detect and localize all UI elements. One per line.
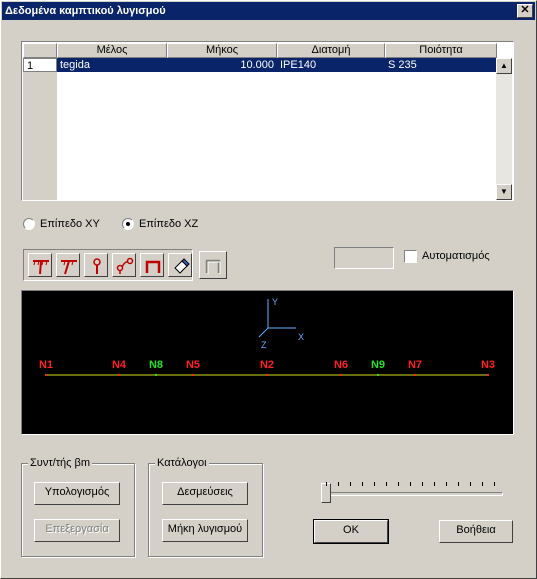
node-marker-n4[interactable] — [118, 374, 120, 376]
scroll-up-button[interactable]: ▲ — [496, 58, 512, 74]
partial-support-icon — [61, 260, 77, 275]
slider-tick — [374, 482, 375, 486]
radio-plane-xz-label[interactable]: Επίπεδο XZ — [139, 218, 198, 231]
column-header-section[interactable]: Διατομή — [277, 43, 385, 58]
axes-gizmo: Y X Z — [258, 297, 304, 350]
scroll-down-button[interactable]: ▼ — [496, 184, 512, 200]
slider-tick — [398, 482, 399, 486]
z-axis-line — [258, 327, 269, 338]
constraints-button[interactable]: Δεσμεύσεις — [162, 482, 248, 505]
slider-tick — [410, 482, 411, 486]
slider-tick — [338, 482, 339, 486]
beam-drawing: Y X Z N1 N4 N8 N5 N2 N6 N9 N7 N3 — [39, 297, 495, 376]
node-marker-n1[interactable] — [45, 374, 47, 376]
auto-value-field[interactable] — [334, 247, 394, 269]
x-axis-label: X — [298, 332, 304, 342]
node-label-n1: N1 — [39, 359, 53, 371]
help-button[interactable]: Βοήθεια — [439, 520, 513, 543]
dialog-window: Δεδομένα καμπτικού λυγισμού ✕ Μέλος Μήκο… — [0, 0, 537, 579]
cell-member[interactable]: tegida — [57, 58, 167, 72]
frame-icon — [145, 260, 161, 273]
y-axis-label: Y — [272, 297, 278, 307]
fixed-support-icon — [33, 260, 49, 275]
pinned-support-button[interactable] — [84, 253, 108, 277]
slider-tick — [386, 482, 387, 486]
node-label-n4: N4 — [112, 359, 127, 371]
frame-tool-disabled-button[interactable] — [199, 251, 227, 279]
node-label-n8: N8 — [149, 359, 163, 371]
catalogs-group — [148, 463, 263, 557]
node-label-n9: N9 — [371, 359, 385, 371]
frame-support-button[interactable] — [140, 253, 164, 277]
radio-plane-xy[interactable] — [23, 218, 35, 230]
node-label-n6: N6 — [334, 359, 348, 371]
buckling-lengths-button[interactable]: Μήκη λυγισμού — [162, 519, 248, 542]
pin-icon — [93, 258, 101, 274]
auto-checkbox[interactable] — [404, 250, 417, 263]
slider-tick — [422, 482, 423, 486]
cell-section[interactable]: IPE140 — [277, 58, 385, 72]
column-header-member[interactable]: Μέλος — [57, 43, 167, 58]
radio-plane-xy-label[interactable]: Επίπεδο XY — [40, 218, 100, 231]
node-label-n2: N2 — [260, 359, 274, 371]
column-header-quality[interactable]: Ποιότητα — [385, 43, 497, 58]
node-label-n3: N3 — [481, 359, 495, 371]
hinge-icon — [116, 257, 134, 274]
node-marker-n8[interactable] — [155, 374, 157, 376]
bm-group-title: Συντ/τής βm — [28, 457, 93, 469]
catalogs-group-title: Κατάλογοι — [155, 457, 209, 469]
slider-tick — [482, 482, 483, 486]
hinged-support-button[interactable] — [112, 253, 136, 277]
close-button[interactable]: ✕ — [517, 4, 533, 18]
radio-plane-xz[interactable] — [122, 218, 134, 230]
cell-quality[interactable]: S 235 — [385, 58, 497, 72]
node-marker-n6[interactable] — [340, 374, 342, 376]
node-label-n7: N7 — [408, 359, 422, 371]
slider-tick — [434, 482, 435, 486]
row-header-column — [23, 58, 57, 200]
node-marker-n5[interactable] — [192, 374, 194, 376]
eraser-button[interactable] — [168, 253, 192, 277]
title-bar: Δεδομένα καμπτικού λυγισμού ✕ — [2, 2, 535, 20]
partial-support-button[interactable] — [56, 253, 80, 277]
beam-canvas[interactable]: Y X Z N1 N4 N8 N5 N2 N6 N9 N7 N3 — [21, 290, 514, 435]
slider-tick — [362, 482, 363, 486]
slider-tick — [350, 482, 351, 486]
node-label-n5: N5 — [186, 359, 200, 371]
node-marker-n2[interactable] — [266, 374, 268, 376]
calculate-button[interactable]: Υπολογισμός — [34, 482, 120, 505]
slider-tick — [446, 482, 447, 486]
slider-tick — [458, 482, 459, 486]
fixed-support-button[interactable] — [28, 253, 52, 277]
members-grid[interactable]: Μέλος Μήκος Διατομή Ποιότητα 1 tegida 10… — [21, 41, 514, 201]
slider-tick — [494, 482, 495, 486]
column-header-length[interactable]: Μήκος — [167, 43, 277, 58]
edit-button[interactable]: Επεξεργασία — [34, 519, 120, 542]
slider-track[interactable] — [325, 492, 503, 496]
node-marker-n7[interactable] — [414, 374, 416, 376]
slider-tick — [470, 482, 471, 486]
node-marker-n3[interactable] — [487, 374, 489, 376]
nodes-layer: N1 N4 N8 N5 N2 N6 N9 N7 N3 — [39, 359, 495, 376]
bm-coefficient-group — [21, 463, 135, 557]
slider-thumb[interactable] — [321, 483, 331, 503]
radio-selected-dot — [126, 222, 130, 226]
grid-corner-header — [23, 43, 57, 58]
node-marker-n9[interactable] — [377, 374, 379, 376]
z-axis-label: Z — [261, 340, 267, 350]
row-number[interactable]: 1 — [23, 58, 57, 72]
ok-button[interactable]: OK — [313, 519, 389, 544]
support-toolbar — [23, 249, 193, 281]
eraser-icon — [174, 258, 190, 274]
cell-length[interactable]: 10.000 — [167, 58, 277, 72]
auto-checkbox-label[interactable]: Αυτοματισμός — [422, 250, 490, 263]
slider-tick — [326, 482, 327, 486]
grid-vertical-scrollbar[interactable]: ▲ ▼ — [496, 58, 512, 200]
frame-disabled-icon — [205, 259, 221, 274]
window-title: Δεδομένα καμπτικού λυγισμού — [5, 5, 166, 17]
